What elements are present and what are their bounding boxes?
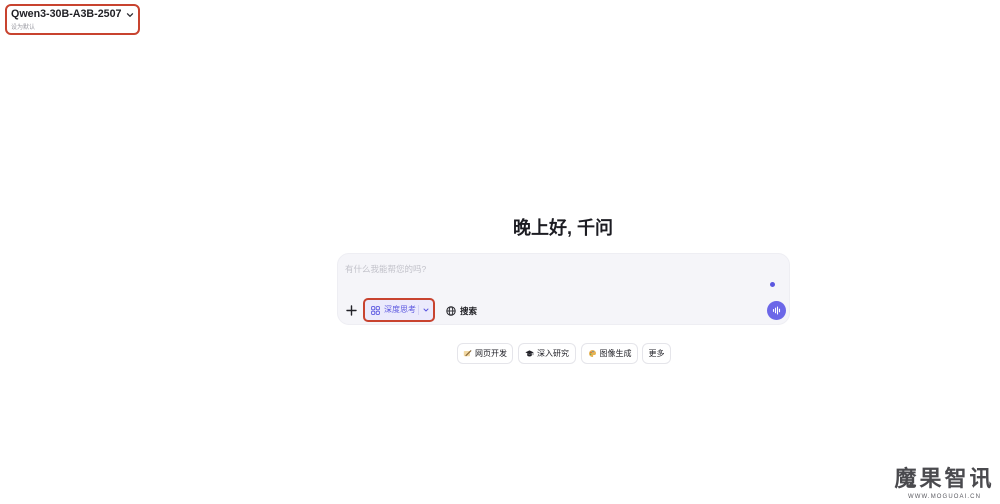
palette-icon [588,349,597,358]
set-default-link[interactable]: 设为默认 [11,24,35,32]
suggestion-chip-web-dev[interactable]: 网页开发 [457,343,513,364]
suggestion-chip-label: 深入研究 [537,348,569,358]
voice-wave-icon [772,306,781,315]
search-toggle[interactable]: 搜索 [444,303,480,319]
deep-think-label: 深度思考 [384,305,416,314]
globe-icon [446,306,456,316]
watermark: 魔果智讯 WWW.MOGUOAI.CN [891,466,998,502]
greeting-title: 晚上好, 千问 [512,218,613,238]
chevron-down-icon[interactable] [422,306,430,314]
watermark-text: 魔果智讯 [894,466,995,491]
suggestion-chip-image-gen[interactable]: 图像生成 [581,343,638,364]
dot-icon [770,282,775,287]
suggestion-chip-label: 网页开发 [475,348,507,358]
deep-think-divider [418,305,419,315]
suggestion-chip-deep-research[interactable]: 深入研究 [518,343,576,364]
model-name: Qwen3-30B-A3B-2507 [11,8,122,20]
suggestion-chip-label: 图像生成 [599,348,632,358]
plus-icon[interactable] [346,305,357,316]
model-selector[interactable]: Qwen3-30B-A3B-2507 设为默认 [7,6,138,33]
chat-composer: 深度思考 搜索 [337,253,790,325]
deep-think-icon [371,305,380,315]
chevron-down-icon[interactable] [126,11,134,19]
web-dev-icon [463,349,472,358]
search-label: 搜索 [460,306,478,316]
graduation-cap-icon [525,349,534,358]
voice-input-button[interactable] [767,301,786,320]
chat-input[interactable] [345,260,755,278]
deep-think-button[interactable]: 深度思考 [363,298,435,322]
suggestion-chip-label: 更多 [648,348,665,358]
suggestion-chip-more[interactable]: 更多 [642,343,671,364]
watermark-site: WWW.MOGUOAI.CN [907,494,982,500]
chat-home-page: Qwen3-30B-A3B-2507 设为默认 晚上好, 千问 深度思考 [0,0,1000,504]
